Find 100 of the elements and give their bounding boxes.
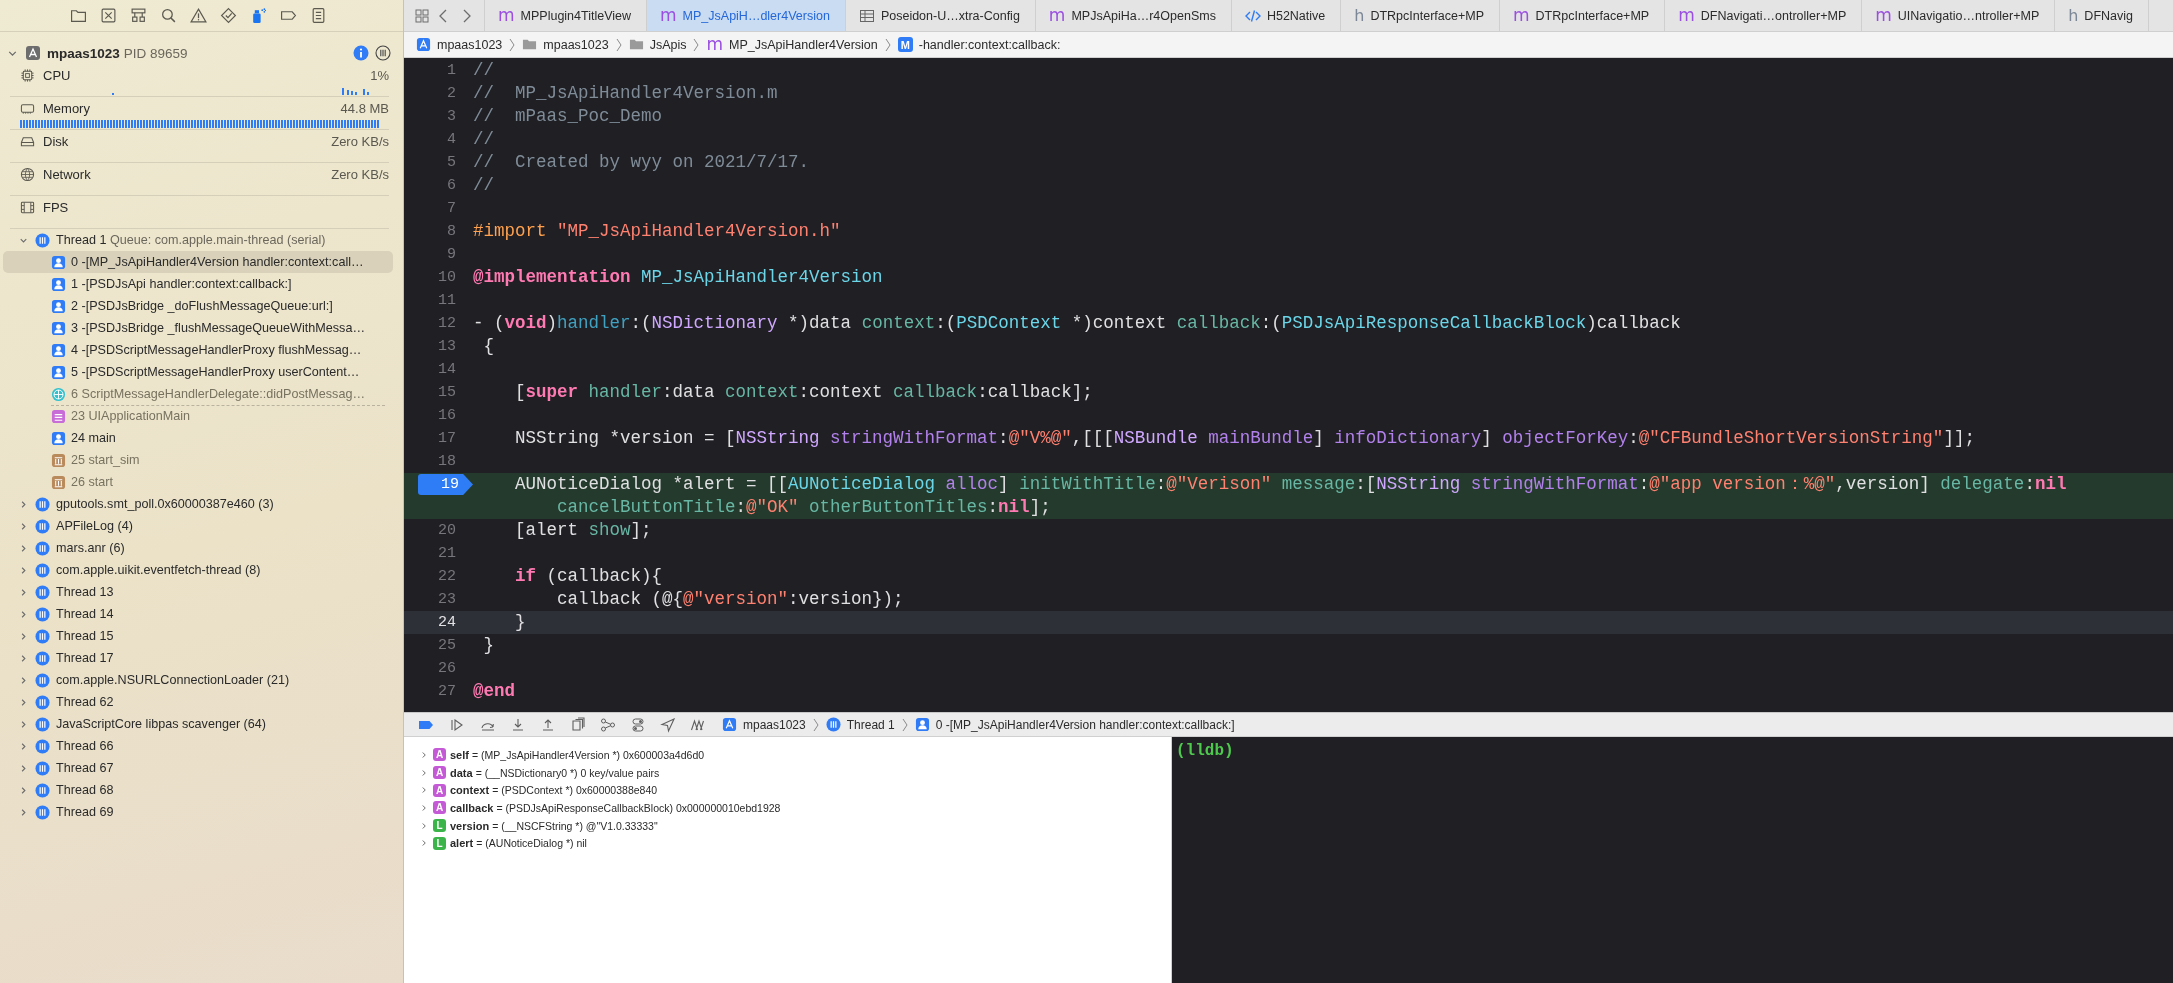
spray-icon[interactable] (250, 7, 267, 24)
editor-tab[interactable]: m DFNavigati…ontroller+MP (1665, 0, 1863, 31)
variable-entry[interactable]: callback = (PSDJsApiResponseCallbackBlock) 0x000000010ebd1928 (450, 801, 781, 814)
editor-tab[interactable]: m MPJsApiHa…r4OpenSms (1035, 0, 1232, 31)
step-into-icon[interactable] (510, 716, 526, 733)
variable-entry[interactable]: context = (PSDContext *) 0x60000388e840 (450, 784, 658, 797)
thread-name[interactable]: Thread 1 Queue: com.apple.main-thread (serial) (56, 233, 326, 247)
thread-name[interactable]: Thread 66 (56, 739, 114, 753)
toggles-icon[interactable] (630, 716, 646, 733)
film-icon (20, 199, 35, 215)
line-number: 14 (437, 360, 457, 380)
debug-path-item[interactable]: Thread 1 (825, 717, 895, 732)
code-line: [super handler:data context:context callback:callback]; (514, 381, 1094, 404)
jump-bar-item[interactable]: mpaas1023 (416, 37, 503, 52)
thread-name[interactable]: Thread 15 (56, 629, 114, 643)
info-icon[interactable] (353, 45, 369, 61)
thread-name[interactable]: Thread 67 (56, 761, 114, 775)
variable-entry[interactable]: version = (__NSCFString *) @"V1.0.33333" (450, 819, 658, 832)
person-icon (51, 254, 66, 270)
console-prompt[interactable]: (lldb) (1176, 742, 1234, 760)
line-number: 9 (446, 245, 457, 265)
editor-tab[interactable]: m MP_JsApiH…dler4Version (647, 0, 846, 31)
selected-frame-row[interactable]: 0 -[MP_JsApiHandler4Version handler:context:call… (3, 251, 393, 273)
thread-name[interactable]: APFileLog (4) (56, 519, 133, 533)
stack-frame[interactable]: 25 start_sim (71, 453, 140, 467)
debug-path-item[interactable]: mpaas1023 (722, 717, 806, 732)
method-icon: M (897, 37, 913, 52)
thread-name[interactable]: Thread 62 (56, 695, 114, 709)
variable-entry[interactable]: self = (MP_JsApiHandler4Version *) 0x600003a4d6d0 (450, 748, 705, 761)
stack-frame[interactable]: 4 -[PSDScriptMessageHandlerProxy flushMessag… (71, 343, 362, 357)
report-icon[interactable] (310, 7, 327, 24)
hierarchy-icon[interactable] (130, 7, 147, 24)
thread-icon (35, 694, 50, 710)
stack-frame[interactable]: 26 start (71, 475, 113, 489)
thread-name[interactable]: JavaScriptCore libpas scavenger (64) (56, 717, 266, 731)
x-square-icon[interactable] (100, 7, 117, 24)
search-icon[interactable] (160, 7, 177, 24)
code-line: // MP_JsApiHandler4Version.m (473, 82, 779, 105)
breakpoint-marker[interactable]: 19 (418, 474, 473, 495)
diamond-check-icon[interactable] (220, 7, 237, 24)
stack-frame[interactable]: 24 main (71, 431, 116, 445)
jump-bar-item[interactable]: M -handler:context:callback: (897, 37, 1061, 52)
thread-name[interactable]: gputools.smt_poll.0x60000387e460 (3) (56, 497, 274, 511)
variable-entry[interactable]: alert = (AUNoticeDialog *) nil (450, 837, 587, 850)
thread-name[interactable]: Thread 14 (56, 607, 114, 621)
person-icon (51, 276, 66, 292)
editor-tab[interactable]: Poseidon-U…xtra-Config (845, 0, 1036, 31)
gauge-label[interactable]: CPU (43, 67, 71, 83)
editor-tab[interactable]: m UINavigatio…ntroller+MP (1862, 0, 2056, 31)
chevron-icon (883, 36, 892, 53)
line-number: 27 (437, 682, 457, 702)
jump-bar-item[interactable]: JsApis (628, 37, 687, 52)
line-number: 25 (437, 636, 457, 656)
person-icon (51, 342, 66, 358)
warning-icon[interactable] (190, 7, 207, 24)
thread-icon (35, 518, 50, 534)
code-line: @end (473, 680, 516, 703)
thread-name[interactable]: Thread 68 (56, 783, 114, 797)
graph-icon[interactable] (600, 716, 616, 733)
thread-name[interactable]: Thread 69 (56, 805, 114, 819)
stack-frame[interactable]: 3 -[PSDJsBridge _flushMessageQueueWithMessa… (71, 321, 365, 335)
editor-tab[interactable]: h DTRpcInterface+MP (1341, 0, 1500, 31)
editor-tab[interactable]: H52Native (1231, 0, 1342, 31)
thread-name[interactable]: mars.anr (6) (56, 541, 125, 555)
thread-icon (35, 804, 50, 820)
grid-icon[interactable] (414, 7, 430, 24)
code-icon (1244, 7, 1261, 24)
line-number: 23 (437, 590, 457, 610)
editor-tab[interactable]: h DFNavig (2055, 0, 2149, 31)
gauge-label[interactable]: FPS (43, 199, 69, 215)
frames-icon[interactable] (690, 716, 706, 733)
gauge-value: Zero KB/s (331, 166, 389, 182)
jump-bar-item[interactable]: mpaas1023 (522, 37, 609, 52)
thread-name[interactable]: Thread 17 (56, 651, 114, 665)
layers-icon[interactable] (570, 716, 586, 733)
location-icon[interactable] (660, 716, 676, 733)
stack-frame[interactable]: 23 UIApplicationMain (71, 409, 190, 423)
gauge-label[interactable]: Disk (43, 133, 69, 149)
line-number: 2 (446, 84, 457, 104)
variable-entry[interactable]: data = (__NSDictionary0 *) 0 key/value pairs (450, 766, 660, 779)
stack-frame[interactable]: 1 -[PSDJsApi handler:context:callback:] (71, 277, 292, 291)
folder-icon[interactable] (70, 7, 87, 24)
debug-path-item[interactable]: 0 -[MP_JsApiHandler4Version handler:context:callback:] (914, 717, 1235, 732)
gauge-label[interactable]: Network (43, 166, 91, 182)
stack-frame[interactable]: 2 -[PSDJsBridge _doFlushMessageQueue:url:] (71, 299, 333, 313)
jump-bar-item[interactable]: m MP_JsApiHandler4Version (706, 36, 878, 53)
stack-frame[interactable]: 6 ScriptMessageHandlerDelegate::didPostMessag… (71, 387, 365, 401)
person-icon (51, 298, 66, 314)
stack-frame[interactable]: 5 -[PSDScriptMessageHandlerProxy userContent… (71, 365, 360, 379)
thread-name[interactable]: com.apple.NSURLConnectionLoader (21) (56, 673, 290, 687)
source-file-icon: m (660, 7, 677, 24)
variable-badge: L (433, 819, 446, 833)
source-file-icon: m (1875, 7, 1892, 24)
gauge-label[interactable]: Memory (43, 100, 90, 116)
line-number: 5 (446, 153, 457, 173)
thread-name[interactable]: com.apple.uikit.eventfetch-thread (8) (56, 563, 261, 577)
thread-name[interactable]: Thread 13 (56, 585, 114, 599)
editor-tab[interactable]: m DTRpcInterface+MP (1500, 0, 1666, 31)
pause-icon[interactable] (375, 45, 391, 61)
gauge-value: 1% (370, 67, 389, 83)
